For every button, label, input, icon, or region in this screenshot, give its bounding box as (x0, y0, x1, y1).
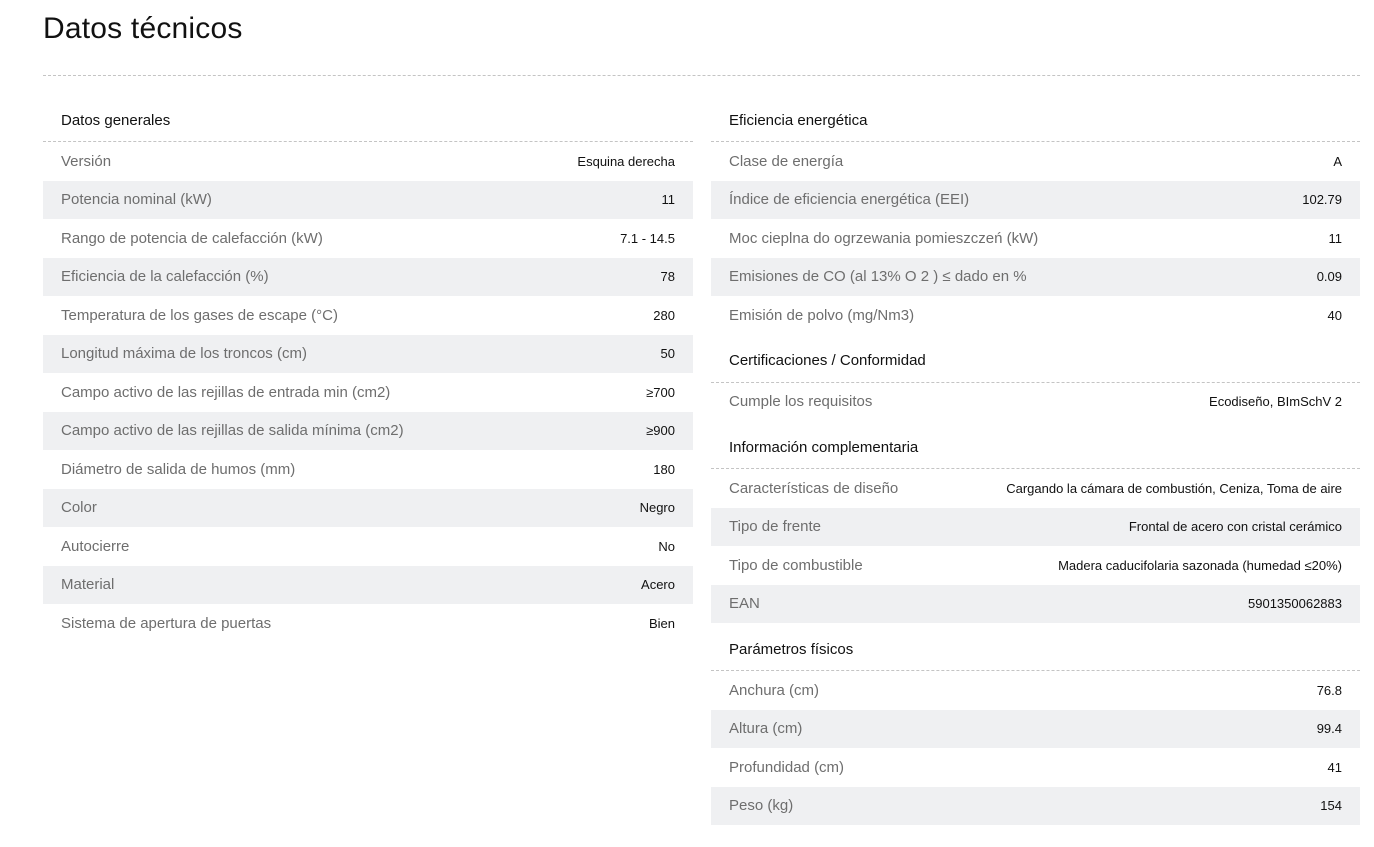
section-title: Eficiencia energética (711, 99, 1360, 142)
spec-row: Material Acero (43, 565, 693, 604)
spec-row: Características de diseño Cargando la cám… (711, 469, 1360, 508)
spec-row: Tipo de combustible Madera caducifolaria … (711, 546, 1360, 585)
spec-row: Altura (cm) 99.4 (711, 709, 1360, 748)
spec-label: Campo activo de las rejillas de salida m… (61, 422, 404, 440)
spec-value: Frontal de acero con cristal cerámico (1128, 519, 1342, 535)
spec-row: Peso (kg) 154 (711, 786, 1360, 825)
spec-row: Eficiencia de la calefacción (%) 78 (43, 257, 693, 296)
spec-value: Negro (639, 500, 675, 516)
spec-label: Rango de potencia de calefacción (kW) (61, 229, 323, 247)
spec-value: ≥700 (646, 384, 675, 400)
spec-value: 40 (1327, 307, 1342, 323)
spec-label: Índice de eficiencia energética (EEI) (729, 191, 970, 209)
spec-label: Color (61, 499, 97, 517)
spec-label: Emisiones de CO (al 13% O 2 ) ≤ dado en … (729, 268, 1027, 286)
spec-label: Cumple los requisitos (729, 393, 873, 411)
spec-value: 5901350062883 (1248, 596, 1342, 612)
spec-label: Campo activo de las rejillas de entrada … (61, 383, 391, 401)
section-parametros-fisicos: Parámetros físicos Anchura (cm) 76.8 Altura… (711, 628, 1360, 825)
spec-row: Versión Esquina derecha (43, 142, 693, 181)
spec-row: Emisión de polvo (mg/Nm3) 40 (711, 296, 1360, 335)
title-divider (43, 75, 1360, 76)
spec-label: Profundidad (cm) (729, 758, 845, 776)
spec-label: Tipo de combustible (729, 556, 863, 574)
spec-value: Acero (641, 577, 675, 593)
spec-row: Clase de energía A (711, 142, 1360, 181)
spec-label: Diámetro de salida de humos (mm) (61, 460, 296, 478)
spec-label: EAN (729, 595, 760, 613)
spec-row: Campo activo de las rejillas de entrada … (43, 373, 693, 412)
spec-label: Moc cieplna do ogrzewania pomieszczeń (k… (729, 229, 1039, 247)
spec-row: Anchura (cm) 76.8 (711, 671, 1360, 710)
spec-row: Rango de potencia de calefacción (kW) 7.1… (43, 219, 693, 258)
spec-value: Esquina derecha (577, 153, 675, 169)
spec-value: 102.79 (1302, 192, 1342, 208)
spec-value: No (658, 538, 675, 554)
spec-row: Temperatura de los gases de escape (°C) 2… (43, 296, 693, 335)
spec-value: 41 (1327, 759, 1342, 775)
spec-row: EAN 5901350062883 (711, 584, 1360, 623)
spec-value: 50 (660, 346, 675, 362)
spec-label: Sistema de apertura de puertas (61, 614, 272, 632)
section-title: Información complementaria (711, 426, 1360, 469)
section-title: Parámetros físicos (711, 628, 1360, 671)
spec-label: Altura (cm) (729, 720, 803, 738)
spec-label: Emisión de polvo (mg/Nm3) (729, 306, 915, 324)
spec-label: Material (61, 576, 115, 594)
spec-value: 11 (661, 192, 676, 208)
spec-row: Emisiones de CO (al 13% O 2 ) ≤ dado en … (711, 257, 1360, 296)
specs-column-right: Eficiencia energética Clase de energía A Ín… (711, 99, 1360, 825)
spec-value: 180 (653, 461, 675, 477)
spec-label: Características de diseño (729, 479, 899, 497)
spec-value: Madera caducifolaria sazonada (humedad ≤… (1058, 557, 1342, 573)
spec-label: Clase de energía (729, 152, 844, 170)
spec-row: Autocierre No (43, 527, 693, 566)
spec-value: 11 (1328, 230, 1343, 246)
spec-row: Longitud máxima de los troncos (cm) 50 (43, 334, 693, 373)
spec-value: 76.8 (1316, 682, 1342, 698)
spec-label: Anchura (cm) (729, 681, 820, 699)
spec-row: Color Negro (43, 488, 693, 527)
spec-value: A (1333, 153, 1342, 169)
spec-value: Ecodiseño, BImSchV 2 (1209, 394, 1342, 410)
spec-value: 154 (1320, 798, 1342, 814)
spec-value: 78 (660, 269, 675, 285)
specs-column-left: Datos generales Versión Esquina derecha Pot… (43, 99, 693, 643)
section-datos-generales: Datos generales Versión Esquina derecha Pot… (43, 99, 693, 643)
spec-label: Autocierre (61, 537, 130, 555)
spec-row: Índice de eficiencia energética (EEI) 102… (711, 180, 1360, 219)
spec-label: Versión (61, 152, 112, 170)
spec-label: Longitud máxima de los troncos (cm) (61, 345, 307, 363)
spec-value: 7.1 - 14.5 (620, 230, 675, 246)
spec-label: Tipo de frente (729, 518, 821, 536)
spec-label: Peso (kg) (729, 797, 794, 815)
spec-value: Cargando la cámara de combustión, Ceniza… (1006, 480, 1342, 496)
spec-row: Profundidad (cm) 41 (711, 748, 1360, 787)
spec-value: Bien (648, 615, 675, 631)
section-title: Certificaciones / Conformidad (711, 340, 1360, 383)
section-informacion-complementaria: Información complementaria Característica… (711, 426, 1360, 623)
spec-row: Campo activo de las rejillas de salida m… (43, 411, 693, 450)
spec-row: Potencia nominal (kW) 11 (43, 180, 693, 219)
spec-row: Cumple los requisitos Ecodiseño, BImSchV … (711, 383, 1360, 422)
spec-row: Sistema de apertura de puertas Bien (43, 604, 693, 643)
spec-row: Diámetro de salida de humos (mm) 180 (43, 450, 693, 489)
spec-label: Potencia nominal (kW) (61, 191, 212, 209)
spec-row: Tipo de frente Frontal de acero con crist… (711, 507, 1360, 546)
spec-value: 280 (653, 307, 675, 323)
spec-value: 0.09 (1316, 269, 1342, 285)
spec-label: Temperatura de los gases de escape (°C) (61, 306, 338, 324)
section-eficiencia-energetica: Eficiencia energética Clase de energía A Ín… (711, 99, 1360, 335)
spec-label: Eficiencia de la calefacción (%) (61, 268, 269, 286)
spec-value: 99.4 (1316, 721, 1342, 737)
page-title: Datos técnicos (43, 12, 243, 45)
spec-value: ≥900 (646, 423, 675, 439)
section-title: Datos generales (43, 99, 693, 142)
spec-row: Moc cieplna do ogrzewania pomieszczeń (k… (711, 219, 1360, 258)
section-certificaciones-conformidad: Certificaciones / Conformidad Cumple los … (711, 340, 1360, 422)
